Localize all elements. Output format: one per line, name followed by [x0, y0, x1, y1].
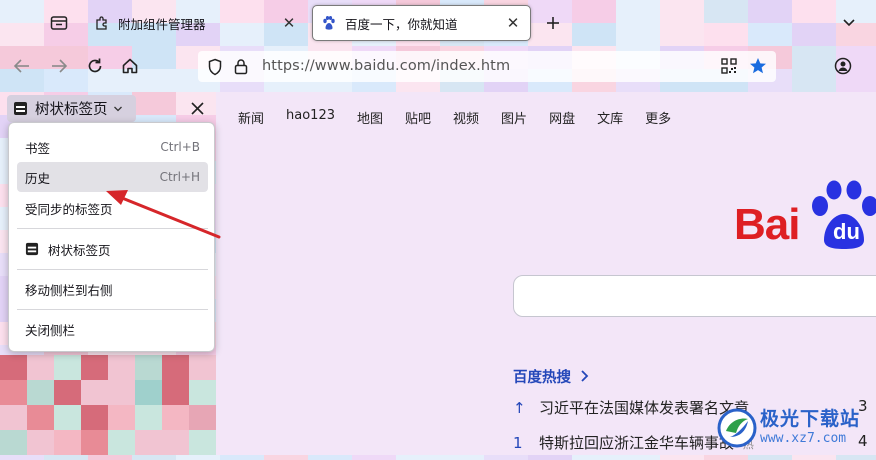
watermark-url: www.xz7.com — [760, 431, 847, 446]
watermark-logo-icon — [717, 408, 757, 448]
watermark-name: 极光下载站 — [760, 408, 861, 430]
annotation-arrow — [106, 190, 221, 239]
watermark: 极光下载站 www.xz7.com — [714, 402, 874, 454]
